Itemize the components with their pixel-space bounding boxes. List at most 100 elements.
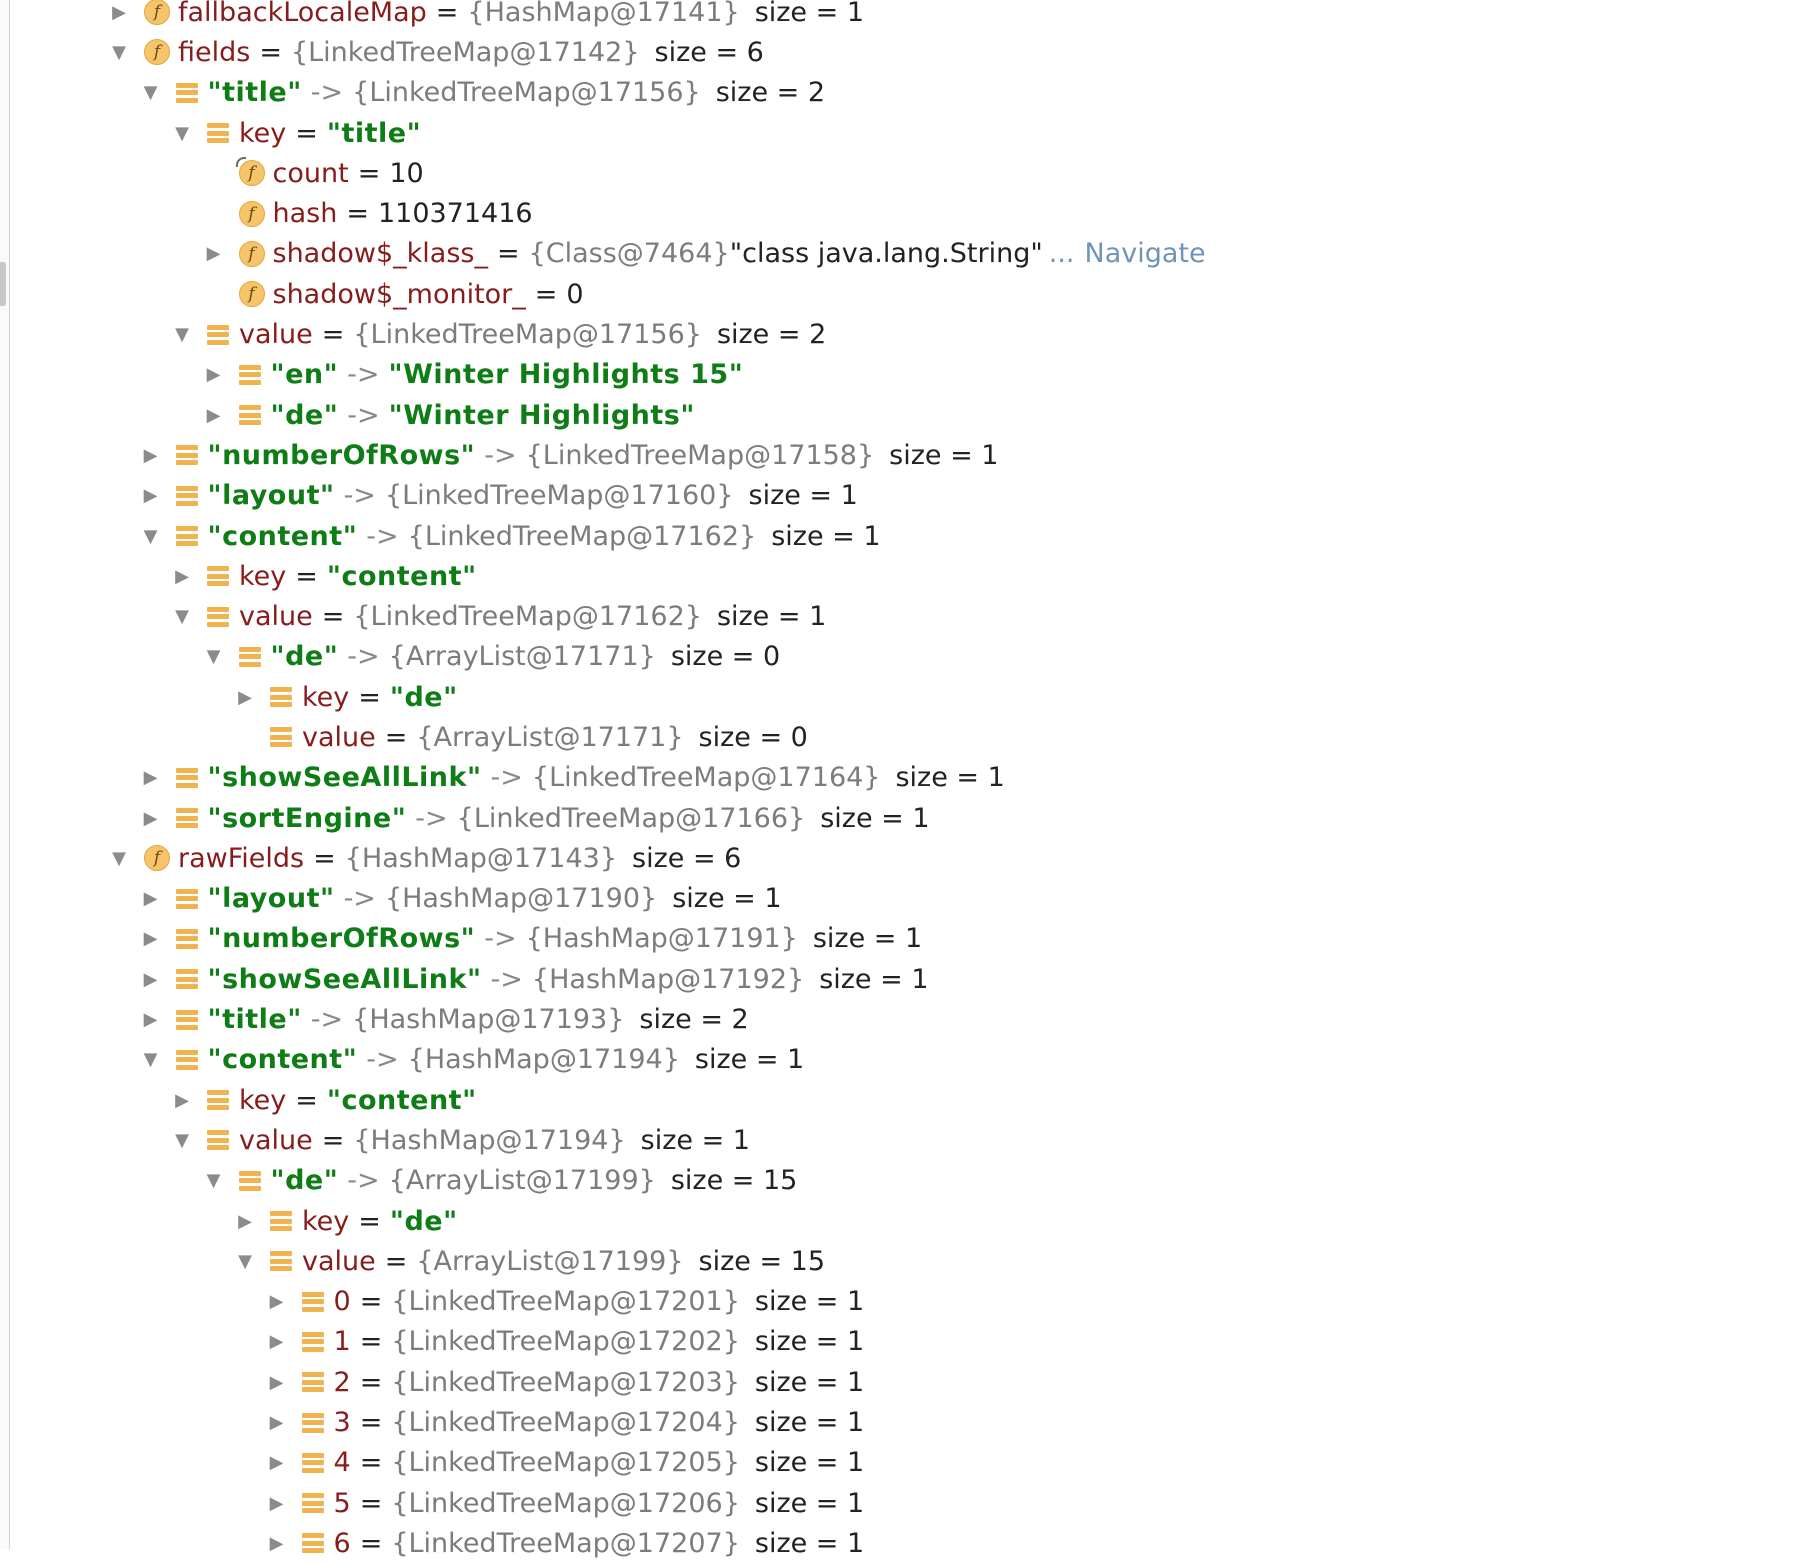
tree-row[interactable]: ▶ key = "de" — [0, 677, 1802, 717]
tree-row[interactable]: ▼ "title" -> {LinkedTreeMap@17156} size = … — [0, 73, 1802, 113]
field-name: value — [302, 721, 376, 753]
tree-row[interactable]: ▶ "layout" -> {HashMap@17190} size = 1 — [0, 879, 1802, 919]
tree-row[interactable]: ▼ value = {LinkedTreeMap@17156} size = 2 — [0, 314, 1802, 354]
expand-arrow-icon[interactable]: ▶ — [266, 1412, 288, 1434]
tree-row[interactable]: f count = 10 — [0, 153, 1802, 193]
tree-row[interactable]: ▼ f fields = {LinkedTreeMap@17142} size = 6 — [0, 32, 1802, 72]
tree-row[interactable]: ▶ 3 = {LinkedTreeMap@17204} size = 1 — [0, 1402, 1802, 1442]
operator: -> — [366, 520, 399, 552]
collapse-arrow-icon[interactable]: ▼ — [108, 847, 130, 869]
expand-arrow-icon[interactable]: ▶ — [140, 888, 162, 910]
field-name: 5 — [333, 1487, 351, 1519]
tree-row[interactable]: value = {ArrayList@17171} size = 0 — [0, 717, 1802, 757]
expand-arrow-icon[interactable]: ▶ — [171, 565, 193, 587]
tree-row[interactable]: ▶ 2 = {LinkedTreeMap@17203} size = 1 — [0, 1362, 1802, 1402]
collapse-arrow-icon[interactable]: ▼ — [171, 324, 193, 346]
tree-row[interactable]: ▶ 5 = {LinkedTreeMap@17206} size = 1 — [0, 1483, 1802, 1523]
tree-row[interactable]: ▼ value = {LinkedTreeMap@17162} size = 1 — [0, 596, 1802, 636]
object-reference: {LinkedTreeMap@17166} — [456, 802, 806, 834]
collapse-arrow-icon[interactable]: ▼ — [203, 1170, 225, 1192]
expand-arrow-icon[interactable]: ▶ — [234, 686, 256, 708]
tree-row[interactable]: ▶ "sortEngine" -> {LinkedTreeMap@17166} si… — [0, 798, 1802, 838]
tree-row[interactable]: ▶ 1 = {LinkedTreeMap@17202} size = 1 — [0, 1322, 1802, 1362]
tree-row[interactable]: ▶ "numberOfRows" -> {HashMap@17191} size =… — [0, 919, 1802, 959]
tree-row[interactable]: ▶ f fallbackLocaleMap = {HashMap@17141} siz… — [0, 0, 1802, 32]
expand-arrow-icon[interactable]: ▶ — [266, 1492, 288, 1514]
tree-row[interactable]: ▼ key = "title" — [0, 113, 1802, 153]
collapse-arrow-icon[interactable]: ▼ — [171, 122, 193, 144]
entry-key: "numberOfRows" — [207, 923, 476, 955]
expand-arrow-icon[interactable]: ▶ — [203, 404, 225, 426]
entry-icon — [270, 686, 292, 708]
operator: = — [321, 601, 345, 633]
expand-arrow-icon[interactable]: ▶ — [140, 444, 162, 466]
expand-arrow-icon[interactable]: ▶ — [108, 1, 130, 23]
entry-icon — [301, 1331, 324, 1353]
object-reference: {HashMap@17193} — [352, 1004, 625, 1036]
expand-arrow-icon[interactable]: ▶ — [140, 1009, 162, 1031]
expand-arrow-icon[interactable]: ▶ — [266, 1291, 288, 1313]
collapse-arrow-icon[interactable]: ▼ — [203, 646, 225, 668]
field-name: shadow$_monitor_ — [272, 278, 526, 310]
object-reference: {HashMap@17194} — [407, 1044, 680, 1076]
tree-row[interactable]: ▶ "layout" -> {LinkedTreeMap@17160} size =… — [0, 476, 1802, 516]
tree-row[interactable]: ▶ "numberOfRows" -> {LinkedTreeMap@17158}… — [0, 435, 1802, 475]
field-name: fields — [178, 36, 251, 68]
tree-row[interactable]: ▶ 0 = {LinkedTreeMap@17201} size = 1 — [0, 1282, 1802, 1322]
collapse-arrow-icon[interactable]: ▼ — [140, 82, 162, 104]
operator: -> — [490, 762, 523, 794]
field-name: rawFields — [178, 842, 305, 874]
tree-row[interactable]: ▶ key = "de" — [0, 1201, 1802, 1241]
navigate-link[interactable]: Navigate — [1075, 238, 1206, 269]
tree-row[interactable]: ▶ "showSeeAllLink" -> {HashMap@17192} size… — [0, 959, 1802, 999]
tree-row[interactable]: ▼ "de" -> {ArrayList@17171} size = 0 — [0, 637, 1802, 677]
expand-arrow-icon[interactable]: ▶ — [203, 243, 225, 265]
object-reference: {HashMap@17194} — [353, 1124, 626, 1156]
expand-arrow-icon[interactable]: ▶ — [140, 928, 162, 950]
expand-arrow-icon[interactable]: ▶ — [203, 364, 225, 386]
expand-arrow-icon[interactable]: ▶ — [266, 1452, 288, 1474]
tree-row[interactable]: ▶ "de" -> "Winter Highlights" — [0, 395, 1802, 435]
tree-row[interactable]: ▼ value = {HashMap@17194} size = 1 — [0, 1120, 1802, 1160]
expand-arrow-icon[interactable]: ▶ — [171, 1089, 193, 1111]
tree-row[interactable]: ▼ "content" -> {LinkedTreeMap@17162} size … — [0, 516, 1802, 556]
tree-row[interactable]: ▼ value = {ArrayList@17199} size = 15 — [0, 1241, 1802, 1281]
tree-row[interactable]: ▶ f shadow$_klass_ = {Class@7464} "class j… — [0, 234, 1802, 274]
field-name: key — [302, 681, 350, 713]
tree-row[interactable]: ▶ 6 = {LinkedTreeMap@17207} size = 1 — [0, 1523, 1802, 1563]
field-icon: f — [144, 39, 170, 66]
expand-arrow-icon[interactable]: ▶ — [140, 968, 162, 990]
object-reference: {LinkedTreeMap@17201} — [391, 1286, 740, 1318]
operator: -> — [343, 883, 376, 915]
tree-row[interactable]: ▶ key = "content" — [0, 1080, 1802, 1120]
operator: = — [534, 278, 558, 310]
tree-row[interactable]: ▼ "de" -> {ArrayList@17199} size = 15 — [0, 1161, 1802, 1201]
tree-row[interactable]: ▶ 4 = {LinkedTreeMap@17205} size = 1 — [0, 1443, 1802, 1483]
tree-row[interactable]: ▼ f rawFields = {HashMap@17143} size = 6 — [0, 838, 1802, 878]
expand-arrow-icon[interactable]: ▶ — [266, 1371, 288, 1393]
collapse-arrow-icon[interactable]: ▼ — [171, 606, 193, 628]
expand-arrow-icon[interactable]: ▶ — [266, 1532, 288, 1554]
tree-row[interactable]: f hash = 110371416 — [0, 193, 1802, 233]
tree-row[interactable]: f shadow$_monitor_ = 0 — [0, 274, 1802, 314]
operator: = — [435, 0, 459, 28]
collapse-arrow-icon[interactable]: ▼ — [234, 1250, 256, 1272]
entry-icon — [238, 364, 261, 386]
expand-arrow-icon[interactable]: ▶ — [266, 1331, 288, 1353]
field-name: 1 — [333, 1326, 351, 1358]
collapse-arrow-icon[interactable]: ▼ — [108, 41, 130, 63]
tree-row[interactable]: ▶ "en" -> "Winter Highlights 15" — [0, 355, 1802, 395]
tree-row[interactable]: ▼ "content" -> {HashMap@17194} size = 1 — [0, 1040, 1802, 1080]
collapse-arrow-icon[interactable]: ▼ — [171, 1129, 193, 1151]
expand-arrow-icon[interactable]: ▶ — [140, 807, 162, 829]
collapse-arrow-icon[interactable]: ▼ — [140, 525, 162, 547]
expand-arrow-icon[interactable]: ▶ — [140, 767, 162, 789]
tree-row[interactable]: ▶ "title" -> {HashMap@17193} size = 2 — [0, 999, 1802, 1039]
tree-row[interactable]: ▶ "showSeeAllLink" -> {LinkedTreeMap@1716… — [0, 758, 1802, 798]
size-label: size = 2 — [716, 319, 827, 351]
tree-row[interactable]: ▶ key = "content" — [0, 556, 1802, 596]
expand-arrow-icon[interactable]: ▶ — [140, 485, 162, 507]
expand-arrow-icon[interactable]: ▶ — [234, 1210, 256, 1232]
size-label: size = 6 — [632, 842, 742, 874]
collapse-arrow-icon[interactable]: ▼ — [140, 1049, 162, 1071]
